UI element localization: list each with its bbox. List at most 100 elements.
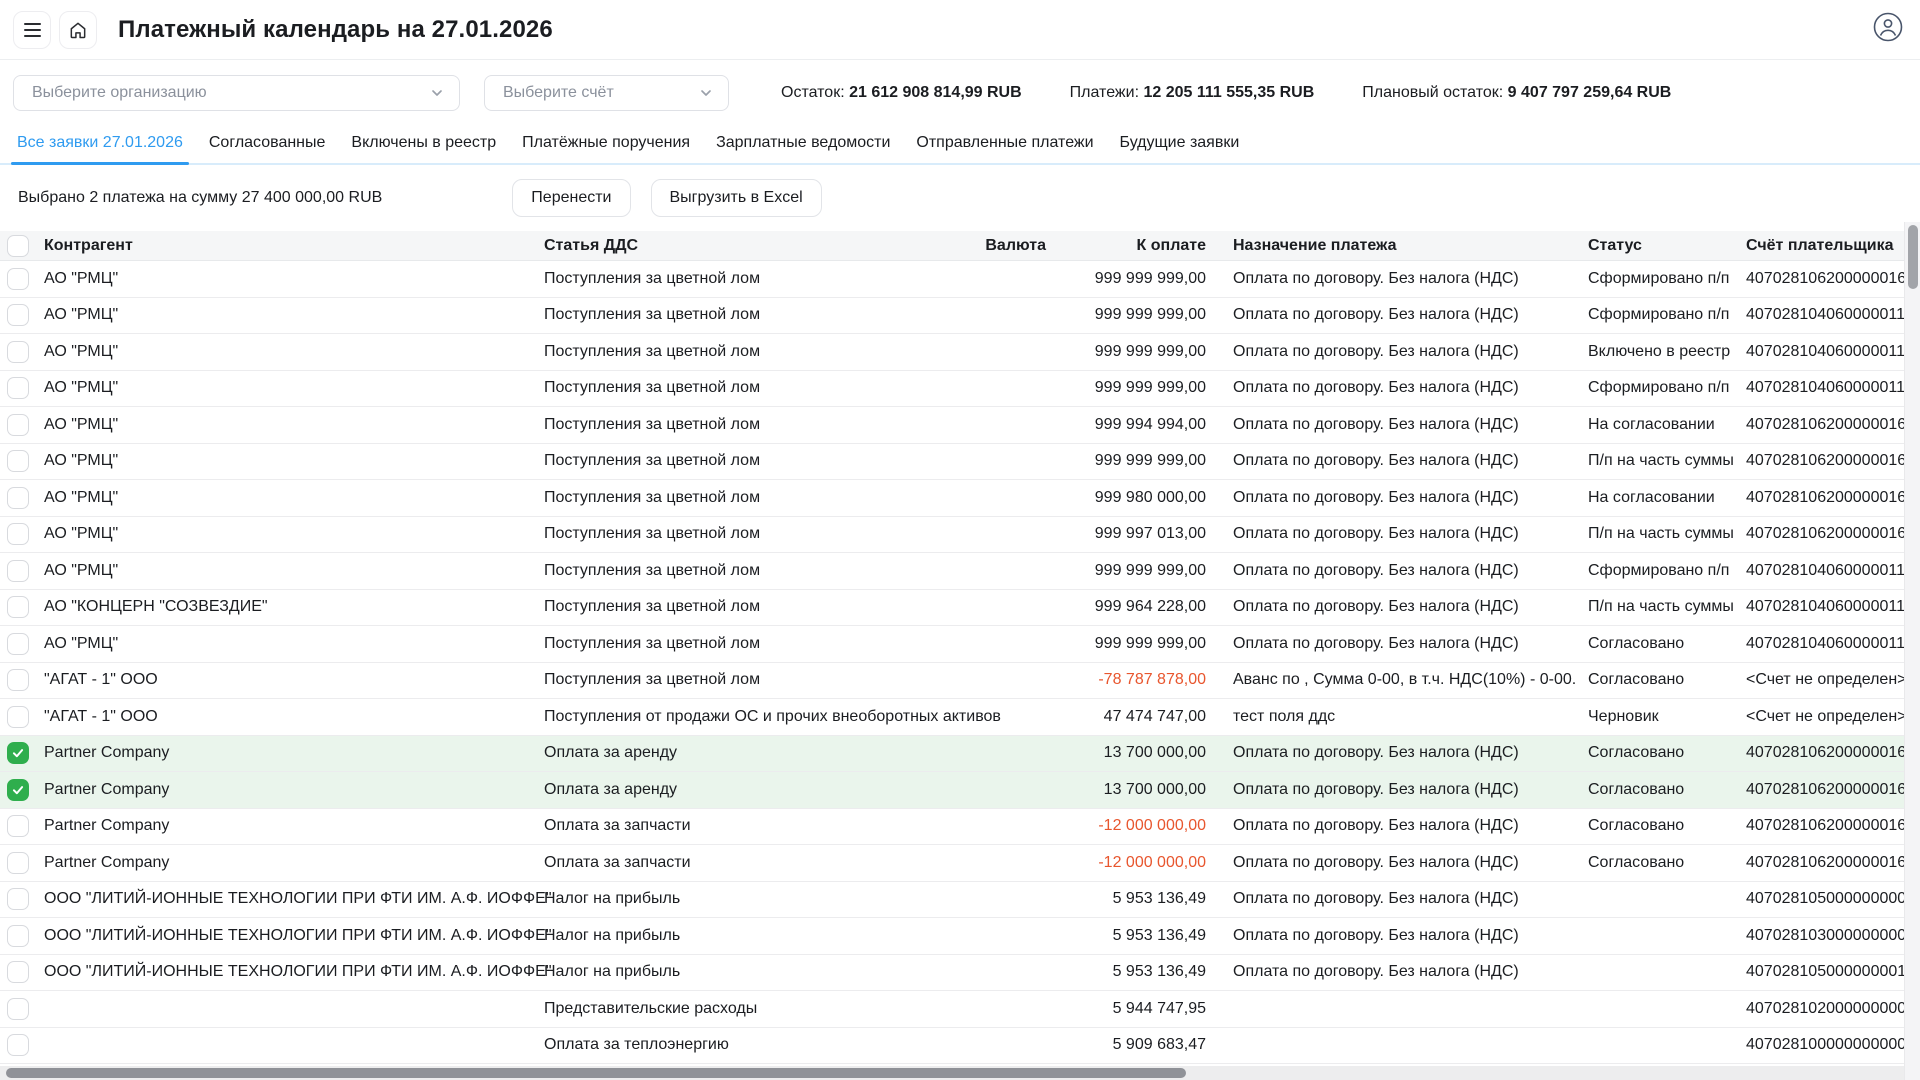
row-checkbox[interactable] [7,669,29,691]
table-row[interactable]: ООО "ЛИТИЙ-ИОННЫЕ ТЕХНОЛОГИИ ПРИ ФТИ ИМ.… [0,882,1920,919]
cell-contractor: АО "РМЦ" [36,525,536,543]
tab-in-registry[interactable]: Включены в реестр [345,128,502,163]
vertical-scrollbar-thumb[interactable] [1908,225,1918,289]
tab-all-requests[interactable]: Все заявки 27.01.2026 [11,128,189,163]
table-row[interactable]: АО "РМЦ" Поступления за цветной лом 999 … [0,407,1920,444]
col-article: Статья ДДС [536,237,956,255]
select-all-checkbox[interactable] [7,235,29,257]
row-checkbox[interactable] [7,560,29,582]
table-row[interactable]: Partner Company Оплата за запчасти -12 0… [0,845,1920,882]
table-row[interactable]: Partner Company Оплата за аренду 13 700 … [0,736,1920,773]
row-checkbox-cell [0,523,36,545]
row-checkbox-cell [0,414,36,436]
row-checkbox-cell [0,779,36,801]
menu-button[interactable] [13,11,51,49]
cell-purpose: Оплата по договору. Без налога (НДС) [1206,744,1586,762]
row-checkbox-cell [0,450,36,472]
row-checkbox-cell [0,341,36,363]
row-checkbox[interactable] [7,304,29,326]
row-checkbox[interactable] [7,487,29,509]
row-checkbox[interactable] [7,414,29,436]
cell-article: Оплата за теплоэнергию [536,1036,956,1054]
organization-select[interactable]: Выберите организацию [13,75,460,111]
cell-contractor: АО "РМЦ" [36,489,536,507]
cell-article: Оплата за запчасти [536,854,956,872]
table-row[interactable]: АО "РМЦ" Поступления за цветной лом 999 … [0,298,1920,335]
cell-amount: 999 999 999,00 [1046,452,1206,470]
table-row[interactable]: АО "КОНЦЕРН "СОЗВЕЗДИЕ" Поступления за ц… [0,590,1920,627]
export-excel-button[interactable]: Выгрузить в Excel [651,179,822,217]
table-row[interactable]: АО "РМЦ" Поступления за цветной лом 999 … [0,517,1920,554]
cell-contractor: Partner Company [36,817,536,835]
cell-amount: -78 787 878,00 [1046,671,1206,689]
row-checkbox[interactable] [7,341,29,363]
cell-account: 40702810500000000105 [1746,963,1920,981]
table-row[interactable]: АО "РМЦ" Поступления за цветной лом 999 … [0,553,1920,590]
row-checkbox[interactable] [7,961,29,983]
table-row[interactable]: "АГАТ - 1" ООО Поступления от продажи ОС… [0,699,1920,736]
table-row[interactable]: АО "РМЦ" Поступления за цветной лом 999 … [0,626,1920,663]
row-checkbox[interactable] [7,706,29,728]
filter-bar: Выберите организацию Выберите счёт Остат… [0,60,1920,111]
horizontal-scrollbar-thumb[interactable] [6,1068,1186,1078]
row-checkbox[interactable] [7,779,29,801]
table-row[interactable]: Partner Company Оплата за запчасти -12 0… [0,809,1920,846]
cell-purpose: Оплата по договору. Без налога (НДС) [1206,489,1586,507]
table-row[interactable]: ООО "ЛИТИЙ-ИОННЫЕ ТЕХНОЛОГИИ ПРИ ФТИ ИМ.… [0,918,1920,955]
cell-status: Включено в реестр [1586,343,1746,361]
chevron-down-icon [429,85,445,101]
cell-amount: 5 953 136,49 [1046,963,1206,981]
table-row[interactable]: "АГАТ - 1" ООО Поступления за цветной ло… [0,663,1920,700]
home-button[interactable] [59,11,97,49]
row-checkbox[interactable] [7,815,29,837]
row-checkbox[interactable] [7,268,29,290]
row-checkbox[interactable] [7,596,29,618]
tab-sent-payments[interactable]: Отправленные платежи [910,128,1099,163]
vertical-scrollbar[interactable] [1904,222,1920,1080]
account-select[interactable]: Выберите счёт [484,75,729,111]
top-bar: Платежный календарь на 27.01.2026 [0,0,1920,60]
table-body: АО "РМЦ" Поступления за цветной лом 999 … [0,261,1920,1080]
tab-future-requests[interactable]: Будущие заявки [1114,128,1246,163]
table-row[interactable]: ООО "ЛИТИЙ-ИОННЫЕ ТЕХНОЛОГИИ ПРИ ФТИ ИМ.… [0,955,1920,992]
row-checkbox[interactable] [7,852,29,874]
horizontal-scrollbar[interactable] [0,1066,1904,1080]
organization-select-placeholder: Выберите организацию [32,84,429,102]
table-row[interactable]: АО "РМЦ" Поступления за цветной лом 999 … [0,371,1920,408]
row-checkbox[interactable] [7,742,29,764]
row-checkbox-cell [0,377,36,399]
table-row[interactable]: АО "РМЦ" Поступления за цветной лом 999 … [0,334,1920,371]
row-checkbox[interactable] [7,1034,29,1056]
row-checkbox[interactable] [7,925,29,947]
tab-payment-orders[interactable]: Платёжные поручения [516,128,696,163]
row-checkbox[interactable] [7,377,29,399]
table-row[interactable]: Представительские расходы 5 944 747,95 4… [0,991,1920,1028]
table-row[interactable]: АО "РМЦ" Поступления за цветной лом 999 … [0,444,1920,481]
cell-article: Поступления за цветной лом [536,598,956,616]
table-row[interactable]: Оплата за теплоэнергию 5 909 683,47 4070… [0,1028,1920,1065]
row-checkbox[interactable] [7,998,29,1020]
cell-article: Оплата за запчасти [536,817,956,835]
cell-status: Согласовано [1586,635,1746,653]
table-row[interactable]: АО "РМЦ" Поступления за цветной лом 999 … [0,261,1920,298]
stat-balance-label: Остаток: [781,84,845,101]
row-checkbox[interactable] [7,450,29,472]
cell-purpose: Оплата по договору. Без налога (НДС) [1206,562,1586,580]
move-button[interactable]: Перенести [512,179,630,217]
cell-article: Поступления за цветной лом [536,270,956,288]
row-checkbox[interactable] [7,633,29,655]
row-checkbox-cell [0,852,36,874]
tab-salary-sheets[interactable]: Зарплатные ведомости [710,128,896,163]
cell-article: Поступления от продажи ОС и прочих внеоб… [536,708,956,726]
cell-account: 40702810620000001601, [1746,817,1920,835]
table-row[interactable]: АО "РМЦ" Поступления за цветной лом 999 … [0,480,1920,517]
user-avatar-button[interactable] [1872,11,1904,48]
user-icon [1872,11,1904,43]
table-row[interactable]: Partner Company Оплата за аренду 13 700 … [0,772,1920,809]
tab-approved[interactable]: Согласованные [203,128,332,163]
cell-purpose: Оплата по договору. Без налога (НДС) [1206,343,1586,361]
row-checkbox[interactable] [7,523,29,545]
cell-status: Сформировано п/п [1586,562,1746,580]
stat-planned-balance-value: 9 407 797 259,64 RUB [1508,84,1672,101]
row-checkbox[interactable] [7,888,29,910]
